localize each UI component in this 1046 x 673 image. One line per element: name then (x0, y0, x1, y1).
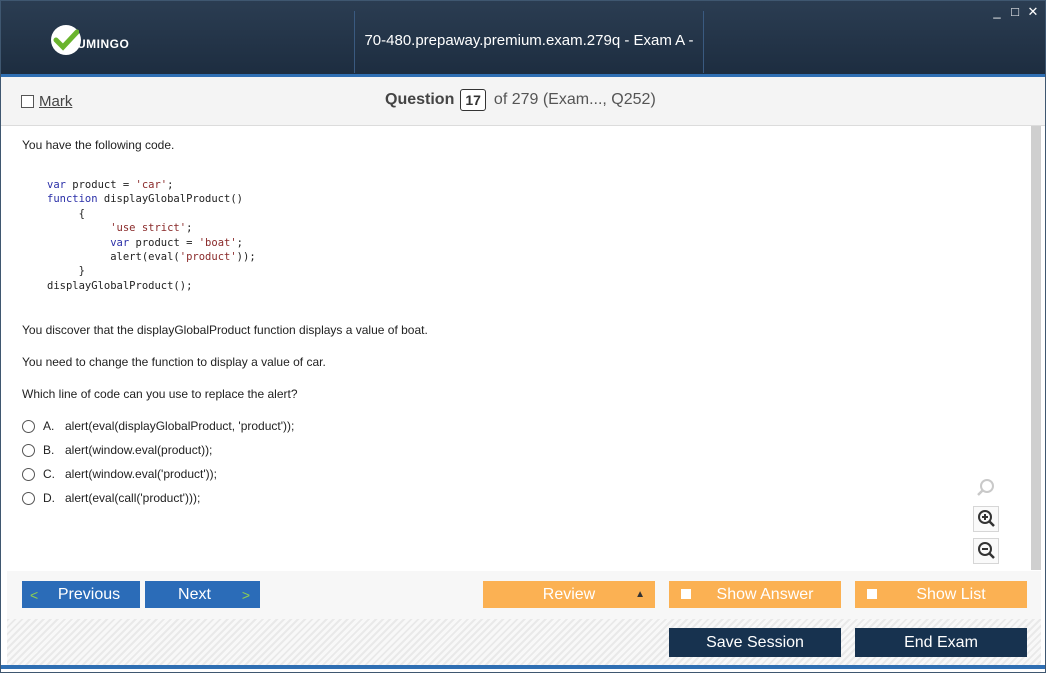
question-number-input[interactable]: 17 (460, 89, 486, 111)
option-text: alert(eval(displayGlobalProduct, 'produc… (65, 419, 295, 433)
answer-option-a[interactable]: A. alert(eval(displayGlobalProduct, 'pro… (22, 419, 294, 433)
checkbox-icon[interactable] (21, 95, 34, 108)
question-intro: You have the following code. (22, 138, 175, 152)
option-letter: A. (43, 419, 55, 433)
option-letter: B. (43, 443, 55, 457)
answer-option-b[interactable]: B. alert(window.eval(product)); (22, 443, 212, 457)
question-bar: Mark Question 17 of 279 (Exam..., Q252) (1, 77, 1045, 126)
question-content: You have the following code. var product… (7, 126, 1029, 570)
checkbox-icon (681, 589, 691, 599)
previous-label: Previous (57, 585, 121, 603)
code-line: { (47, 207, 85, 220)
footer-toolbar: < Previous Next > Review ▲ Show Answer S… (7, 571, 1041, 667)
title-bar: UMINGO 70-480.prepaway.premium.exam.279q… (1, 1, 1045, 129)
end-exam-label: End Exam (904, 633, 978, 651)
option-text: alert(window.eval('product')); (65, 467, 217, 481)
option-letter: C. (43, 467, 55, 481)
show-list-button[interactable]: Show List (855, 581, 1027, 608)
show-list-label: Show List (916, 585, 986, 603)
checkbox-icon (867, 589, 877, 599)
close-button[interactable]: ✕ (1027, 5, 1039, 19)
answer-option-d[interactable]: D. alert(eval(call('product'))); (22, 491, 200, 505)
question-paragraph-1: You discover that the displayGlobalProdu… (22, 323, 428, 337)
next-label: Next (178, 585, 211, 603)
answer-option-c[interactable]: C. alert(window.eval('product')); (22, 467, 217, 481)
title-divider (703, 11, 704, 73)
code-line: displayGlobalProduct(); (47, 279, 193, 292)
zoom-out-icon[interactable] (973, 538, 999, 564)
chevron-left-icon: < (30, 586, 39, 603)
zoom-toolbar (973, 476, 999, 564)
radio-button[interactable] (22, 491, 35, 505)
code-line: 'use strict'; (110, 222, 193, 235)
app-window: UMINGO 70-480.prepaway.premium.exam.279q… (0, 0, 1046, 673)
triangle-up-icon: ▲ (635, 589, 645, 600)
window-title: 70-480.prepaway.premium.exam.279q - Exam… (364, 32, 694, 129)
question-label: Question (385, 91, 455, 108)
radio-button[interactable] (22, 467, 35, 481)
previous-button[interactable]: < Previous (22, 581, 140, 608)
next-button[interactable]: Next > (145, 581, 260, 608)
end-exam-button[interactable]: End Exam (855, 628, 1027, 657)
save-session-button[interactable]: Save Session (669, 628, 841, 657)
option-letter: D. (43, 491, 55, 505)
code-line: var product = 'car'; (47, 179, 174, 191)
save-session-label: Save Session (706, 633, 804, 651)
logo-text: UMINGO (77, 37, 130, 51)
question-prompt: Which line of code can you use to replac… (22, 387, 298, 401)
radio-button[interactable] (22, 419, 35, 433)
bottom-accent-bar (1, 665, 1045, 669)
code-block: var product = 'car'; function displayGlob… (47, 178, 256, 293)
mark-label: Mark (39, 93, 73, 110)
window-controls: _ □ ✕ (991, 5, 1039, 19)
option-text: alert(window.eval(product)); (65, 443, 213, 457)
review-label: Review (542, 585, 596, 603)
question-indicator: Question 17 of 279 (Exam..., Q252) (385, 89, 656, 111)
code-line: var product = 'boat'; (110, 236, 243, 249)
show-answer-button[interactable]: Show Answer (669, 581, 841, 608)
mark-checkbox[interactable]: Mark (21, 93, 72, 110)
code-line: } (47, 265, 85, 278)
checkmark-logo-icon (51, 25, 81, 55)
radio-button[interactable] (22, 443, 35, 457)
review-button[interactable]: Review ▲ (483, 581, 655, 608)
show-answer-label: Show Answer (716, 585, 814, 603)
zoom-in-icon[interactable] (973, 506, 999, 532)
chevron-right-icon: > (241, 586, 250, 603)
maximize-button[interactable]: □ (1009, 5, 1021, 19)
code-line: alert(eval('product')); (47, 251, 256, 264)
option-text: alert(eval(call('product'))); (65, 491, 201, 505)
vertical-scrollbar[interactable] (1031, 126, 1041, 570)
code-line: function displayGlobalProduct() (47, 193, 243, 206)
minimize-button[interactable]: _ (991, 5, 1003, 19)
app-logo: UMINGO (51, 25, 129, 55)
search-icon[interactable] (974, 476, 998, 500)
question-paragraph-2: You need to change the function to displ… (22, 355, 326, 369)
question-total: of 279 (Exam..., Q252) (493, 91, 656, 108)
